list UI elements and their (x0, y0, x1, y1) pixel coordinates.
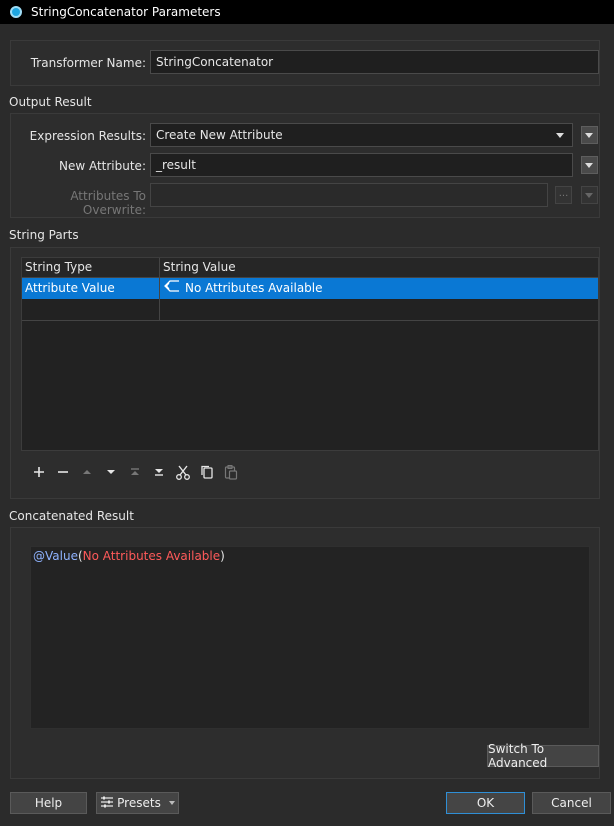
string-type-cell[interactable] (22, 299, 159, 320)
attributes-to-overwrite-label: Attributes To Overwrite: (70, 189, 146, 217)
table-row[interactable] (22, 299, 598, 321)
new-attribute-menu-button[interactable] (581, 156, 598, 174)
new-attribute-value: _result (156, 158, 196, 172)
switch-to-advanced-button[interactable]: Switch To Advanced (487, 742, 599, 770)
string-value-cell[interactable]: No Attributes Available (160, 278, 598, 299)
chevron-down-icon (585, 193, 593, 198)
value-function: @Value (33, 549, 78, 563)
concatenated-result-display: @Value(No Attributes Available) (30, 546, 590, 729)
expression-results-label: Expression Results: (29, 129, 146, 143)
title-bar: StringConcatenator Parameters (0, 0, 614, 24)
app-icon (10, 6, 22, 18)
presets-button[interactable]: Presets (96, 792, 179, 814)
attributes-to-overwrite-menu-button[interactable] (581, 186, 598, 204)
expression-results-menu-button[interactable] (581, 126, 598, 144)
column-header-string-value[interactable]: String Value (160, 258, 593, 277)
output-result-heading: Output Result (9, 95, 92, 109)
string-value-cell[interactable] (160, 299, 598, 320)
value-argument: No Attributes Available (82, 549, 221, 563)
expression-results-value: Create New Attribute (156, 128, 283, 142)
attributes-to-overwrite-input[interactable] (150, 183, 548, 207)
string-parts-heading: String Parts (9, 228, 79, 242)
presets-icon (100, 796, 114, 811)
transformer-name-input[interactable]: StringConcatenator (150, 50, 599, 74)
string-type-cell[interactable]: Attribute Value (22, 278, 159, 299)
copy-icon[interactable] (195, 462, 219, 482)
chevron-down-icon (556, 133, 564, 138)
table-header: String Type String Value (22, 258, 598, 278)
transformer-name-value: StringConcatenator (156, 55, 274, 69)
string-parts-table: String Type String Value Attribute Value… (21, 257, 599, 451)
cancel-button[interactable]: Cancel (532, 792, 611, 814)
cut-icon[interactable] (171, 462, 195, 482)
concatenated-result-heading: Concatenated Result (9, 509, 134, 523)
expression-results-dropdown[interactable]: Create New Attribute (150, 123, 573, 147)
string-parts-toolbar (27, 462, 243, 482)
new-attribute-label: New Attribute: (58, 159, 146, 173)
column-divider (159, 258, 160, 320)
close-paren: ) (220, 549, 225, 563)
table-row[interactable]: Attribute Value No Attributes Available (22, 278, 598, 299)
ok-button[interactable]: OK (446, 792, 525, 814)
move-up-icon[interactable] (75, 462, 99, 482)
move-bottom-icon[interactable] (147, 462, 171, 482)
result-expression: @Value(No Attributes Available) (33, 549, 225, 563)
attributes-to-overwrite-browse-button[interactable]: ... (555, 186, 572, 204)
transformer-name-label: Transformer Name: (30, 56, 146, 70)
move-top-icon[interactable] (123, 462, 147, 482)
column-header-string-type[interactable]: String Type (22, 258, 159, 277)
move-down-icon[interactable] (99, 462, 123, 482)
remove-icon[interactable] (51, 462, 75, 482)
chevron-down-icon (168, 801, 175, 805)
add-icon[interactable] (27, 462, 51, 482)
help-button[interactable]: Help (10, 792, 87, 814)
string-value-text: No Attributes Available (185, 281, 323, 295)
new-attribute-input[interactable]: _result (150, 153, 573, 177)
chevron-down-icon (585, 133, 593, 138)
chevron-down-icon (585, 163, 593, 168)
window-title: StringConcatenator Parameters (31, 5, 221, 19)
attribute-tag-icon (164, 278, 180, 299)
paste-icon[interactable] (219, 462, 243, 482)
